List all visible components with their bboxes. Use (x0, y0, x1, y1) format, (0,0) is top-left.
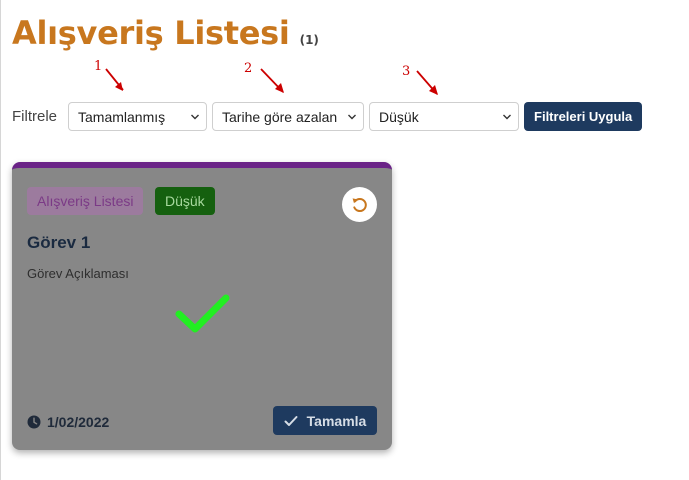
priority-filter-value: Düşük (379, 108, 419, 125)
page: Alışveriş Listesi (1) 1 2 3 Filtrele Tam… (0, 0, 689, 480)
filter-label: Filtrele (12, 108, 58, 125)
filter-bar: Filtrele Tamamlanmış Tarihe göre azalan … (12, 102, 643, 131)
page-title: Alışveriş Listesi (12, 14, 290, 52)
chevron-down-icon (191, 114, 200, 120)
undo-icon (352, 197, 367, 212)
task-date-value: 1/02/2022 (47, 414, 110, 430)
category-tag: Alışveriş Listesi (27, 187, 144, 215)
apply-filters-button[interactable]: Filtreleri Uygula (524, 102, 643, 131)
annotation-arrow-2 (260, 68, 284, 93)
check-icon (175, 294, 230, 333)
complete-button-label: Tamamla (306, 412, 367, 429)
undo-button[interactable] (342, 187, 377, 222)
task-date: 1/02/2022 (27, 414, 109, 430)
priority-tag: Düşük (155, 187, 215, 215)
task-description: Görev Açıklaması (27, 266, 129, 281)
chevron-down-icon (503, 114, 512, 120)
annotation-number-3: 3 (402, 64, 411, 79)
task-title: Görev 1 (27, 233, 91, 252)
annotation-number-2: 2 (244, 61, 253, 76)
task-card: Alışveriş Listesi Düşük Görev 1 Görev Aç… (12, 162, 392, 450)
chevron-down-icon (348, 114, 357, 120)
clock-icon (27, 415, 41, 429)
status-filter-value: Tamamlanmış (78, 108, 166, 125)
priority-filter-select[interactable]: Düşük (369, 102, 520, 131)
page-header: Alışveriş Listesi (1) (12, 14, 319, 52)
annotation-arrow-3 (416, 70, 438, 95)
status-filter-select[interactable]: Tamamlanmış (68, 102, 208, 131)
check-icon (284, 415, 298, 426)
annotation-number-1: 1 (94, 59, 103, 74)
sort-filter-value: Tarihe göre azalan (222, 108, 338, 125)
task-count: (1) (299, 33, 319, 47)
annotation-arrow-1 (105, 68, 124, 91)
complete-task-button[interactable]: Tamamla (273, 406, 377, 435)
sort-filter-select[interactable]: Tarihe göre azalan (212, 102, 365, 131)
